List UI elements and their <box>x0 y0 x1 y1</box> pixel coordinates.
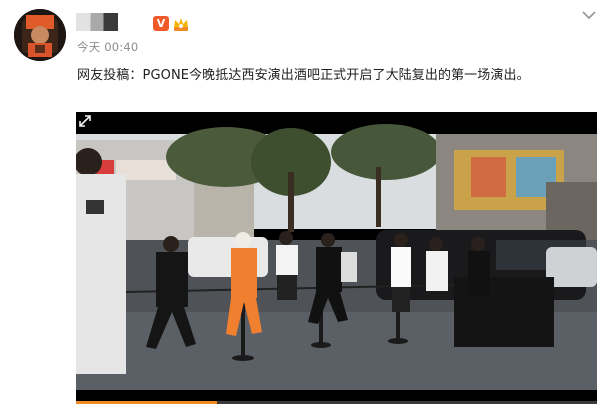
username-redacted[interactable] <box>76 13 118 31</box>
progress-fill <box>76 401 217 404</box>
post-text: 网友投稿：PGONE今晚抵达西安演出酒吧正式开启了大陆复出的第一场演出。 <box>77 68 530 83</box>
chevron-down-icon[interactable] <box>579 7 599 23</box>
video-frame <box>76 112 597 404</box>
avatar[interactable] <box>14 9 66 61</box>
post-time[interactable]: 今天 00:40 <box>77 39 138 55</box>
avatar-image <box>14 9 66 61</box>
level-icon <box>174 18 188 31</box>
vip-icon: V <box>153 16 169 31</box>
video-player[interactable] <box>76 112 597 404</box>
expand-icon[interactable] <box>76 112 94 130</box>
